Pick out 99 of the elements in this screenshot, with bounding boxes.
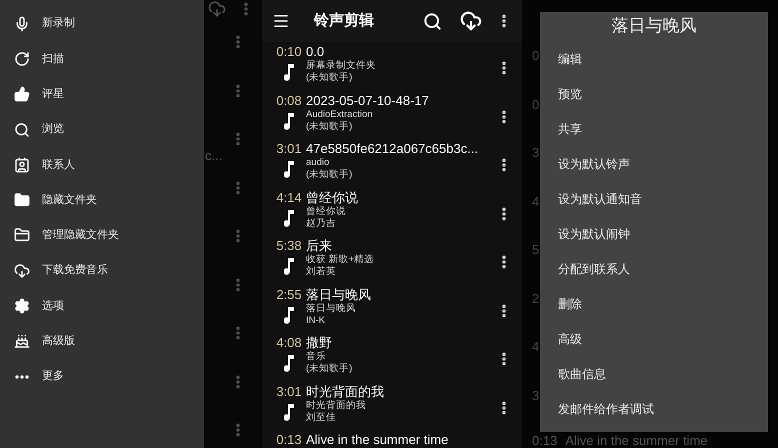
- drawer-item[interactable]: 选项: [0, 288, 204, 324]
- menu-item[interactable]: 高级: [540, 321, 768, 356]
- song-duration: 5:38: [276, 238, 302, 254]
- menu-item[interactable]: 共享: [540, 111, 768, 146]
- song-title: 后来: [306, 238, 333, 254]
- drawer-item[interactable]: 更多: [0, 358, 204, 394]
- drawer-item[interactable]: 评星: [0, 76, 204, 112]
- song-duration: 3: [532, 145, 540, 160]
- song-album: 音乐: [306, 351, 327, 363]
- song-artist: 刘若英: [306, 266, 337, 278]
- song-title: 落日与晚风: [306, 286, 372, 302]
- song-duration: 0: [532, 96, 540, 112]
- song-title: c...: [205, 147, 222, 165]
- song-duration: 4: [532, 194, 540, 208]
- song-duration: 5: [532, 242, 540, 257]
- menu-item[interactable]: 编辑: [540, 41, 768, 76]
- drawer-item[interactable]: 浏览: [0, 112, 204, 148]
- refresh-icon: [14, 50, 30, 67]
- song-duration: 4:08: [276, 335, 302, 351]
- song-artist: 刘至佳: [306, 412, 337, 424]
- contact-card-icon: [14, 156, 30, 173]
- song-row[interactable]: 0:08 2023-05-07-10-48-17 AudioExtraction (未知歌手): [262, 92, 522, 141]
- song-duration: 3: [532, 388, 540, 402]
- song-row[interactable]: 4:08 撒野 音乐 (未知歌手): [262, 335, 522, 384]
- song-row[interactable]: 0:10 0.0 屏幕录制文件夹 (未知歌手): [262, 44, 522, 92]
- song-artist: (未知歌手): [306, 363, 354, 375]
- menu-item[interactable]: 预览: [540, 76, 768, 111]
- song-album: 曾经你说: [306, 206, 347, 218]
- song-row[interactable]: 0:13 Alive in the summer time: [262, 432, 522, 448]
- music-note-icon: [284, 355, 294, 372]
- drawer-item[interactable]: 联系人: [0, 147, 204, 182]
- menu-icon[interactable]: [272, 12, 290, 30]
- song-title: 时光背面的我: [306, 384, 385, 400]
- toolbar-title: 铃声剪辑: [314, 10, 375, 31]
- song-duration: 0:13: [276, 432, 302, 448]
- search-icon[interactable]: [423, 12, 442, 30]
- song-album: 落日与晚风: [306, 302, 357, 314]
- song-duration: 3:01: [276, 384, 302, 400]
- menu-item[interactable]: 发邮件给作者调试: [540, 391, 768, 426]
- folder-icon: [14, 192, 30, 208]
- song-title: 2023-05-07-10-48-17: [306, 92, 430, 108]
- drawer-item[interactable]: 扫描: [0, 41, 204, 77]
- song-artist: (未知歌手): [306, 169, 354, 181]
- cloud-download-icon[interactable]: [460, 10, 482, 32]
- song-album: 屏幕录制文件夹: [306, 60, 377, 72]
- menu-title: 落日与晚风: [610, 15, 698, 37]
- song-duration: 2: [532, 290, 540, 306]
- song-row[interactable]: 4:14 曾经你说 曾经你说 赵乃吉: [262, 190, 522, 238]
- song-duration: 3:01: [276, 141, 302, 157]
- music-note-icon: [284, 112, 294, 130]
- menu-item[interactable]: 设为默认闹钟: [540, 216, 768, 251]
- song-row[interactable]: 5:38 后来 收获 新歌+精选 刘若英: [262, 238, 522, 286]
- menu-item[interactable]: 歌曲信息: [540, 356, 768, 391]
- folder-outline-icon: [14, 227, 30, 244]
- drawer-item[interactable]: 高级版: [0, 324, 204, 359]
- song-title: Alive in the summer time: [306, 432, 450, 448]
- song-title: Alive in the summer time: [565, 433, 708, 448]
- cake-icon: [14, 333, 30, 350]
- song-duration: 0:13: [532, 433, 558, 448]
- song-row[interactable]: 2:55 落日与晚风 落日与晚风 IN-K: [262, 286, 522, 335]
- drawer-item[interactable]: 下载免费音乐: [0, 253, 204, 288]
- song-duration: 4:14: [276, 190, 302, 206]
- song-artist: (未知歌手): [306, 72, 354, 84]
- drawer-item[interactable]: 新录制: [0, 6, 204, 42]
- song-artist: (未知歌手): [306, 120, 354, 132]
- song-duration: 0:10: [276, 44, 302, 60]
- cloud-download-icon: [14, 262, 30, 279]
- song-title: 曾经你说: [306, 190, 359, 206]
- menu-item[interactable]: 删除: [540, 286, 768, 321]
- menu-item[interactable]: 分配到联系人: [540, 251, 768, 286]
- more-icon: [15, 374, 29, 379]
- song-duration: 2:55: [276, 286, 302, 302]
- thumbs-up-icon: [14, 86, 30, 102]
- song-artist: IN-K: [306, 314, 326, 326]
- song-row[interactable]: 3:01 时光背面的我 时光背面的我 刘至佳: [262, 384, 522, 432]
- menu-item[interactable]: 设为默认铃声: [540, 146, 768, 181]
- song-album: audio: [306, 157, 330, 169]
- music-note-icon: [284, 404, 294, 420]
- drawer-item[interactable]: 管理隐藏文件夹: [0, 218, 204, 254]
- song-album: 时光背面的我: [306, 400, 367, 412]
- song-duration: 0:08: [276, 92, 302, 108]
- song-artist: 赵乃吉: [306, 218, 337, 230]
- song-title: 撒野: [306, 335, 333, 351]
- drawer-item[interactable]: 隐藏文件夹: [0, 182, 204, 218]
- song-title: 0.0: [306, 44, 326, 60]
- music-note-icon: [284, 306, 294, 324]
- song-album: AudioExtraction: [306, 108, 374, 120]
- music-note-icon: [284, 210, 294, 226]
- music-note-icon: [284, 161, 294, 178]
- song-album: 收获 新歌+精选: [306, 254, 376, 266]
- song-duration: 0: [532, 48, 540, 63]
- song-title: 47e5850fe6212a067c65b3c...: [306, 141, 480, 157]
- music-note-icon: [284, 64, 294, 81]
- menu-item[interactable]: 设为默认通知音: [540, 181, 768, 216]
- search-icon: [14, 122, 30, 138]
- music-note-icon: [284, 258, 294, 275]
- song-row[interactable]: 3:01 47e5850fe6212a067c65b3c... audio (未知歌手): [262, 141, 522, 190]
- song-duration: 4: [532, 339, 540, 354]
- microphone-icon: [14, 16, 30, 32]
